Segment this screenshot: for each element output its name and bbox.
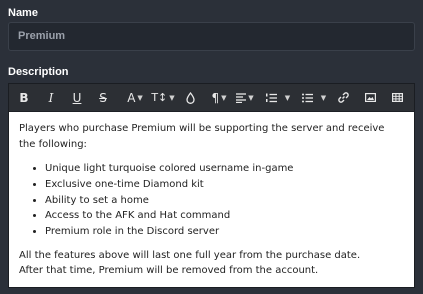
ordered-list-icon	[265, 93, 277, 103]
font-size-icon: T↕	[151, 91, 168, 104]
list-item: Exclusive one-time Diamond kit	[45, 177, 404, 193]
list-item: Ability to set a home	[45, 193, 404, 209]
chevron-down-icon: ▼	[248, 93, 254, 102]
underline-icon: U	[72, 90, 82, 105]
chevron-down-icon: ▼	[284, 93, 291, 102]
paragraph-icon: ¶	[211, 90, 220, 105]
drop-icon	[185, 91, 195, 104]
unordered-list-button[interactable]: ▼	[299, 84, 329, 111]
chevron-down-icon: ▼	[169, 93, 175, 102]
color-drop-button[interactable]	[183, 84, 197, 111]
align-button[interactable]: ▼	[234, 84, 256, 111]
unordered-list-icon	[301, 93, 313, 103]
ordered-list-button[interactable]: ▼	[263, 84, 293, 111]
outro-paragraph: After that time, Premium will be removed…	[19, 265, 319, 277]
font-color-button[interactable]: A ▼	[122, 84, 148, 111]
font-size-button[interactable]: T↕ ▼	[150, 84, 176, 111]
table-icon	[391, 93, 403, 102]
list-item: Premium role in the Discord server	[45, 224, 404, 240]
chevron-down-icon: ▼	[320, 93, 327, 102]
bold-button[interactable]: B	[16, 84, 32, 111]
link-button[interactable]	[336, 84, 350, 111]
image-icon	[364, 93, 376, 102]
editor-toolbar: B I U S A ▼ T↕ ▼ ¶ ▼ ▼ ▼ ▼	[9, 84, 414, 112]
table-button[interactable]	[390, 84, 404, 111]
outro-paragraph: All the features above will last one ful…	[19, 249, 361, 261]
paragraph-button[interactable]: ¶ ▼	[208, 84, 230, 111]
italic-button[interactable]: I	[43, 84, 59, 111]
name-input[interactable]: Premium	[8, 22, 415, 51]
name-label: Name	[8, 7, 38, 19]
bold-icon: B	[19, 90, 29, 105]
strikethrough-icon: S	[99, 90, 107, 105]
intro-paragraph: Players who purchase Premium will be sup…	[19, 123, 385, 150]
chevron-down-icon: ▼	[137, 93, 143, 102]
italic-icon: I	[48, 90, 54, 105]
strikethrough-button[interactable]: S	[95, 84, 111, 111]
chevron-down-icon: ▼	[221, 93, 227, 102]
align-left-icon	[236, 92, 247, 103]
feature-list: Unique light turquoise colored username …	[19, 161, 404, 240]
link-icon	[337, 92, 349, 103]
description-editor: B I U S A ▼ T↕ ▼ ¶ ▼ ▼ ▼ ▼ Players who p…	[8, 83, 415, 288]
list-item: Unique light turquoise colored username …	[45, 161, 404, 177]
font-color-icon: A	[127, 90, 136, 105]
list-item: Access to the AFK and Hat command	[45, 208, 404, 224]
editor-content[interactable]: Players who purchase Premium will be sup…	[9, 112, 414, 279]
image-button[interactable]	[363, 84, 377, 111]
underline-button[interactable]: U	[69, 84, 85, 111]
description-label: Description	[8, 66, 69, 78]
